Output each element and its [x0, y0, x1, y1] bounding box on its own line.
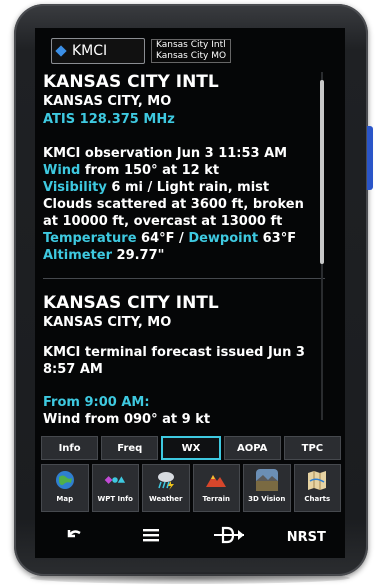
waypoint-name-line1: Kansas City Intl	[156, 40, 226, 50]
app-bar: Map WPT Info Weather Terrain 3D Vision C…	[41, 464, 341, 512]
dewpoint-label: Dewpoint	[188, 231, 259, 246]
visibility-row: Visibility 6 mi / Light rain, mist	[43, 179, 317, 196]
scrollbar-thumb[interactable]	[320, 80, 324, 264]
waypoint-identifier-field[interactable]: KMCI	[51, 38, 145, 64]
observation-city: KANSAS CITY, MO	[43, 94, 172, 109]
app-wpt-info-label: WPT Info	[97, 495, 133, 503]
tab-freq[interactable]: Freq	[101, 436, 159, 460]
menu-button[interactable]	[121, 522, 181, 552]
clouds-row: Clouds scattered at 3600 ft, broken at 1…	[43, 197, 304, 229]
weather-content[interactable]: KANSAS CITY INTL KANSAS CITY, MO ATIS 12…	[43, 72, 325, 428]
bottom-nav: NRST	[35, 516, 345, 558]
tab-wx[interactable]: WX	[161, 436, 221, 460]
tab-aopa[interactable]: AOPA	[223, 436, 281, 460]
tab-info[interactable]: Info	[41, 436, 99, 460]
waypoint-info-icon	[104, 469, 126, 491]
nrst-label: NRST	[286, 529, 326, 545]
3d-vision-icon	[255, 469, 278, 491]
tab-tpc[interactable]: TPC	[283, 436, 342, 460]
device-shadow	[30, 572, 350, 584]
observation-airport-name: KANSAS CITY INTL	[43, 72, 219, 92]
airport-waypoint-icon	[55, 45, 67, 57]
side-button[interactable]	[367, 126, 373, 190]
temperature-value: 64°F /	[136, 231, 189, 246]
info-tabs: Info Freq WX AOPA TPC	[41, 436, 342, 460]
waypoint-identifier: KMCI	[72, 43, 108, 59]
app-terrain-label: Terrain	[202, 495, 231, 503]
visibility-label: Visibility	[43, 180, 107, 195]
dewpoint-value: 63°F	[258, 231, 297, 246]
app-terrain-button[interactable]: Terrain	[192, 464, 240, 512]
waypoint-name-box: Kansas City Intl Kansas City MO	[151, 39, 232, 63]
app-3d-vision-button[interactable]: 3D Vision	[243, 464, 291, 512]
app-3d-vision-label: 3D Vision	[248, 495, 286, 503]
back-arrow-icon	[65, 527, 83, 547]
temperature-label: Temperature	[43, 231, 137, 246]
forecast-airport-name: KANSAS CITY INTL	[43, 293, 219, 313]
temperature-row: Temperature 64°F / Dewpoint 63°F	[43, 230, 317, 247]
visibility-value: 6 mi / Light rain, mist	[106, 180, 270, 195]
forecast-wind: Wind from 090° at 9 kt	[43, 412, 211, 427]
altimeter-label: Altimeter	[43, 248, 112, 263]
observation-issued: KMCI observation Jun 3 11:53 AM	[43, 146, 288, 161]
forecast-issued: KMCI terminal forecast issued Jun 3 8:57…	[43, 345, 305, 377]
menu-icon	[143, 528, 160, 546]
direct-to-button[interactable]	[199, 522, 259, 552]
tab-info-label: Info	[58, 442, 81, 454]
app-charts-button[interactable]: Charts	[293, 464, 341, 512]
altimeter-row: Altimeter 29.77"	[43, 247, 317, 264]
waypoint-header: KMCI Kansas City Intl Kansas City MO	[43, 38, 341, 66]
altimeter-value: 29.77"	[112, 248, 165, 263]
wind-label: Wind	[43, 163, 81, 178]
tab-wx-label: WX	[181, 442, 201, 454]
app-weather-button[interactable]: Weather	[142, 464, 190, 512]
charts-icon	[306, 469, 328, 491]
back-button[interactable]	[44, 522, 104, 552]
nrst-button[interactable]: NRST	[276, 522, 336, 552]
app-wpt-info-button[interactable]: WPT Info	[91, 464, 139, 512]
atis-frequency: ATIS 128.375 MHz	[43, 112, 175, 127]
section-divider	[43, 278, 325, 279]
forecast-city: KANSAS CITY, MO	[43, 315, 172, 330]
waypoint-name-line2: Kansas City MO	[156, 51, 227, 61]
tab-freq-label: Freq	[117, 442, 143, 454]
app-map-label: Map	[56, 495, 74, 503]
app-weather-label: Weather	[149, 495, 183, 503]
weather-icon	[155, 469, 177, 491]
terrain-icon	[205, 469, 227, 491]
globe-icon	[54, 469, 76, 491]
tab-aopa-label: AOPA	[237, 442, 268, 454]
forecast-from-label: From 9:00 AM:	[43, 395, 150, 410]
direct-to-icon	[213, 526, 245, 548]
screen: KMCI Kansas City Intl Kansas City MO KAN…	[35, 28, 345, 558]
wind-value: from 150° at 12 kt	[80, 163, 220, 178]
tab-tpc-label: TPC	[301, 442, 324, 454]
app-charts-label: Charts	[304, 495, 331, 503]
wind-row: Wind from 150° at 12 kt	[43, 162, 317, 179]
app-map-button[interactable]: Map	[41, 464, 89, 512]
